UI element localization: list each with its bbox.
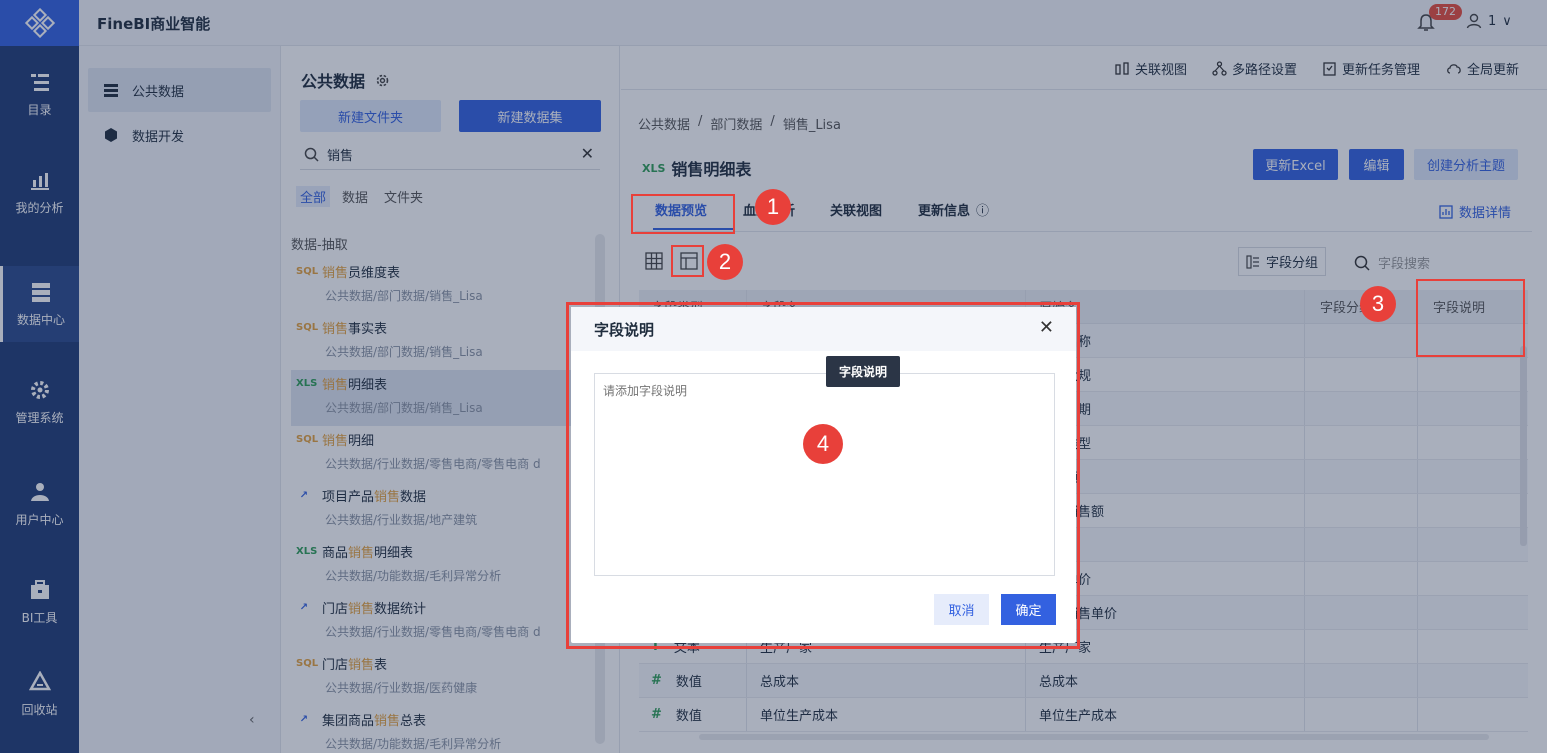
annotation-box-4 [566, 302, 1080, 649]
annotation-marker-3: 3 [1360, 286, 1396, 322]
annotation-box-3 [1416, 279, 1525, 357]
annotation-box-1 [631, 194, 735, 234]
annotation-box-2 [671, 245, 704, 277]
annotation-marker-4: 4 [803, 424, 843, 464]
annotation-marker-1: 1 [755, 189, 791, 225]
annotation-marker-2: 2 [707, 244, 743, 280]
